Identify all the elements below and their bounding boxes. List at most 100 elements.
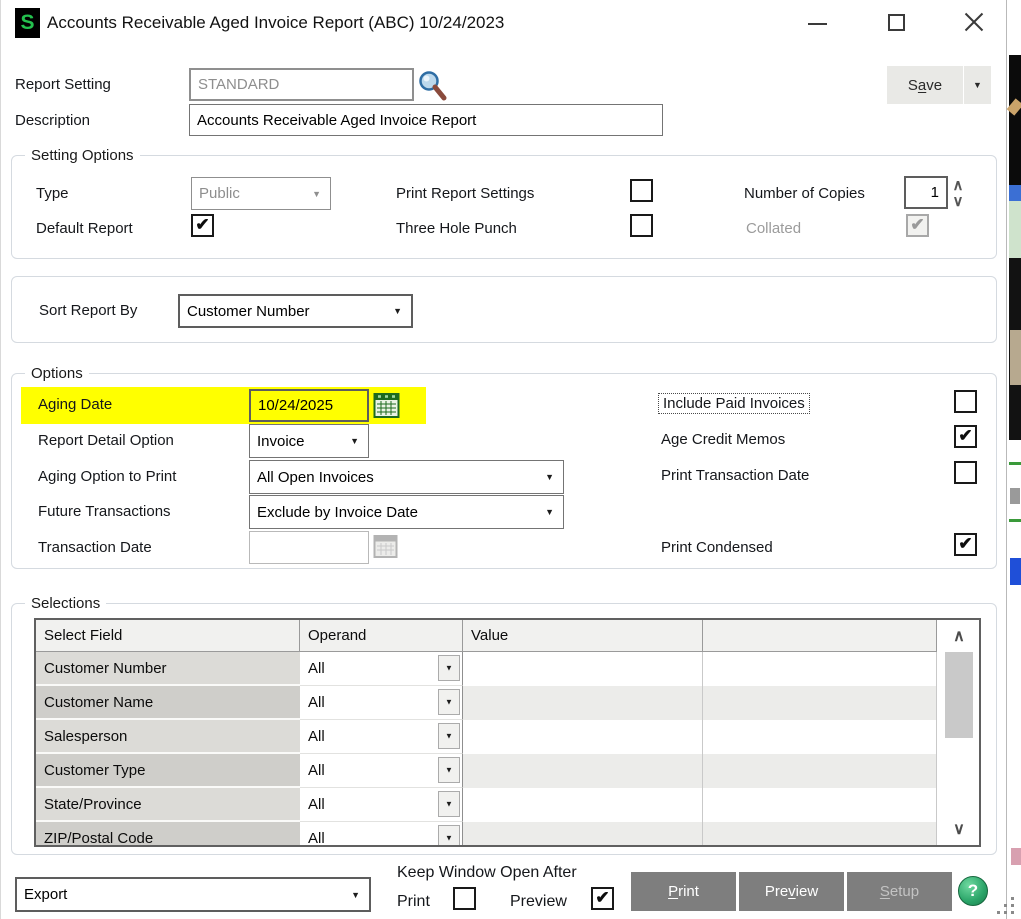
grid-operand-cell[interactable]: All [300,822,463,847]
operand-dropdown-button[interactable] [438,757,460,783]
collated-label: Collated [746,220,801,237]
operand-dropdown-button[interactable] [438,825,460,847]
transaction-date-input [249,531,369,564]
print-condensed-label: Print Condensed [661,539,773,556]
report-detail-option-label: Report Detail Option [38,432,174,449]
grid-field-cell: ZIP/Postal Code [36,822,300,847]
aging-date-label: Aging Date [38,396,112,413]
grid-scrollbar[interactable]: ∧ ∨ [937,620,979,845]
grid-field-cell: Salesperson [36,720,300,754]
grid-row-salesperson: Salesperson All [36,720,979,754]
grid-header-blank [703,620,937,652]
lookup-magnifier-icon[interactable] [417,70,447,107]
operand-dropdown-button[interactable] [438,791,460,817]
print-button[interactable]: Print [631,872,736,911]
grid-field-cell: State/Province [36,788,300,822]
operand-dropdown-button[interactable] [438,655,460,681]
grid-row-customer-name: Customer Name All [36,686,979,720]
grid-row-customer-type: Customer Type All [36,754,979,788]
grid-row-zip-postal-code: ZIP/Postal Code All [36,822,979,847]
grid-header-value: Value [463,620,703,652]
scrollbar-thumb[interactable] [945,652,973,738]
print-transaction-date-checkbox[interactable] [954,461,977,484]
save-button[interactable]: Save [887,66,963,104]
keep-open-preview-checkbox[interactable] [591,887,614,910]
description-input[interactable]: Accounts Receivable Aged Invoice Report [189,104,663,136]
aging-date-calendar-icon[interactable] [373,391,400,424]
future-transactions-dropdown[interactable]: Exclude by Invoice Date [249,495,564,529]
operand-dropdown-button[interactable] [438,689,460,715]
grid-operand-cell[interactable]: All [300,686,463,720]
grid-value-cell[interactable] [463,788,703,822]
operand-dropdown-button[interactable] [438,723,460,749]
aging-option-to-print-label: Aging Option to Print [38,468,176,485]
report-setting-label: Report Setting [15,76,111,93]
grid-operand-cell[interactable]: All [300,754,463,788]
selections-legend: Selections [25,595,106,612]
grid-value-cell[interactable] [463,720,703,754]
grid-operand-cell[interactable]: All [300,788,463,822]
setting-options-legend: Setting Options [25,147,140,164]
description-label: Description [15,112,90,129]
grid-operand-cell[interactable]: All [300,652,463,686]
default-report-checkbox[interactable] [191,214,214,237]
grid-value-cell[interactable] [463,822,703,847]
transaction-date-label: Transaction Date [38,539,152,556]
copies-spin-down-icon[interactable]: ∨ [949,193,967,209]
keep-open-print-checkbox[interactable] [453,887,476,910]
report-detail-option-dropdown[interactable]: Invoice [249,424,369,458]
grid-field-cell: Customer Name [36,686,300,720]
grid-field-cell: Customer Number [36,652,300,686]
sort-report-by-label: Sort Report By [39,302,137,319]
aged-invoice-report-dialog: S Accounts Receivable Aged Invoice Repor… [0,0,1021,919]
help-icon[interactable]: ? [958,876,988,906]
minimize-icon [808,23,827,25]
maximize-icon [888,14,905,31]
default-report-label: Default Report [36,220,133,237]
print-condensed-checkbox[interactable] [954,533,977,556]
aging-option-to-print-dropdown[interactable]: All Open Invoices [249,460,564,494]
sort-report-by-dropdown[interactable]: Customer Number [178,294,413,328]
setting-options-group [11,155,997,259]
keep-window-open-label: Keep Window Open After [397,864,577,882]
maximize-button[interactable] [882,8,912,38]
keep-open-print-label: Print [397,893,430,911]
grid-value-cell[interactable] [463,754,703,788]
age-credit-memos-checkbox[interactable] [954,425,977,448]
grid-row-customer-number: Customer Number All [36,652,979,686]
three-hole-punch-checkbox[interactable] [630,214,653,237]
number-of-copies-label: Number of Copies [744,185,865,202]
age-credit-memos-label: Age Credit Memos [661,431,785,448]
selections-grid: Select Field Operand Value Customer Numb… [34,618,981,847]
future-transactions-label: Future Transactions [38,503,171,520]
type-dropdown[interactable]: Public [191,177,331,210]
copies-spin-up-icon[interactable]: ∧ [949,177,967,193]
dialog-window: S Accounts Receivable Aged Invoice Repor… [0,0,1007,919]
export-dropdown[interactable]: Export [15,877,371,912]
grid-value-cell[interactable] [463,686,703,720]
aging-date-input[interactable]: 10/24/2025 [249,389,369,422]
number-of-copies-input[interactable]: 1 [904,176,948,209]
preview-button[interactable]: Preview [739,872,844,911]
print-report-settings-checkbox[interactable] [630,179,653,202]
print-transaction-date-label: Print Transaction Date [661,467,809,484]
scroll-up-icon[interactable]: ∧ [943,621,975,651]
setup-button: Setup [847,872,952,911]
transaction-date-calendar-icon [373,533,398,564]
save-dropdown-arrow[interactable] [964,66,991,104]
grid-header-select-field: Select Field [36,620,300,652]
three-hole-punch-label: Three Hole Punch [396,220,517,237]
scroll-down-icon[interactable]: ∨ [943,814,975,844]
close-button[interactable] [959,8,989,38]
type-label: Type [36,185,69,202]
include-paid-invoices-label: Include Paid Invoices [658,393,810,414]
grid-operand-cell[interactable]: All [300,720,463,754]
minimize-button[interactable] [803,8,833,38]
sage-app-icon: S [15,8,40,38]
include-paid-invoices-checkbox[interactable] [954,390,977,413]
report-setting-input[interactable]: STANDARD [189,68,414,101]
grid-field-cell: Customer Type [36,754,300,788]
window-title: Accounts Receivable Aged Invoice Report … [47,13,504,33]
grid-value-cell[interactable] [463,652,703,686]
grid-header-row: Select Field Operand Value [36,620,979,652]
